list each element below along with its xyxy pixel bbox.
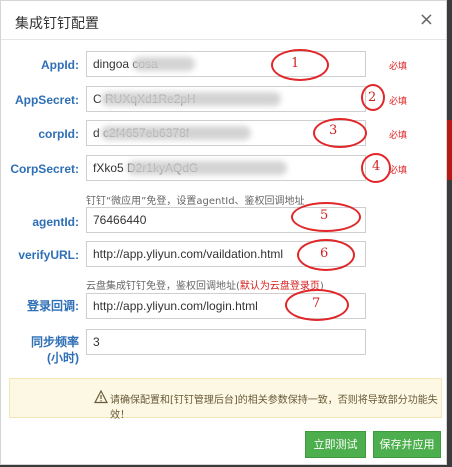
background-edge — [447, 120, 452, 180]
verifyurl-label: verifyURL: — [18, 248, 79, 262]
warning-alert: 请确保配置和[钉钉管理后台]的相关参数保持一致，否则将导致部分功能失效！ — [9, 378, 442, 421]
redaction-blur — [133, 57, 195, 71]
dialog-title: 集成钉钉配置 — [15, 16, 99, 32]
annotation-circle — [313, 118, 367, 148]
annotation-number: 3 — [329, 123, 338, 138]
warning-text: 请确保配置和[钉钉管理后台]的相关参数保持一致，否则将导致部分功能失效！ — [110, 395, 438, 421]
save-apply-button[interactable]: 保存并应用 — [373, 431, 441, 458]
header-divider — [1, 39, 446, 40]
config-dialog: 集成钉钉配置 × AppId: dingoa cosa 必填 AppSecret… — [0, 0, 447, 465]
sync-frequency-input[interactable]: 3 — [86, 329, 366, 355]
login-hint: 云盘集成钉钉免登，鉴权回调地址(默认为云盘登录页) — [86, 281, 324, 292]
appid-label: AppId: — [41, 58, 79, 72]
test-now-button[interactable]: 立即测试 — [305, 431, 366, 458]
warning-icon — [94, 390, 108, 404]
annotation-circle — [271, 49, 329, 81]
required-mark: 必填 — [389, 97, 408, 107]
annotation-number: 1 — [291, 56, 300, 71]
annotation-number: 6 — [320, 246, 329, 261]
agentid-label: agentId: — [32, 215, 79, 229]
required-mark: 必填 — [389, 131, 408, 141]
annotation-number: 5 — [320, 208, 329, 223]
annotation-number: 2 — [368, 90, 377, 105]
close-icon[interactable]: × — [419, 9, 434, 30]
redaction-blur — [127, 161, 287, 175]
redaction-blur — [101, 92, 281, 106]
corpid-label: corpId: — [38, 127, 79, 141]
required-mark: 必填 — [389, 62, 408, 72]
sync-frequency-label: 同步频率 (小时) — [30, 335, 79, 365]
login-callback-label: 登录回调: — [27, 299, 79, 313]
redaction-blur — [101, 126, 251, 140]
corpsecret-label: CorpSecret: — [10, 162, 79, 176]
appsecret-label: AppSecret: — [14, 93, 79, 107]
annotation-number: 4 — [372, 159, 381, 174]
annotation-number: 7 — [312, 296, 321, 311]
required-mark: 必填 — [389, 166, 408, 176]
agent-hint: 钉钉“微应用”免登，设置agentId、鉴权回调地址 — [86, 196, 305, 207]
